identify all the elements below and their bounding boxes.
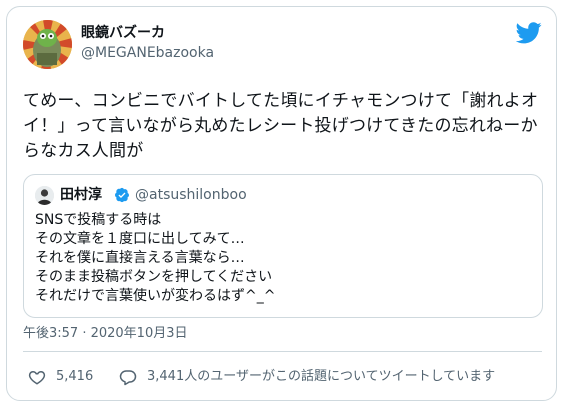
reply-bubble-icon[interactable] <box>119 368 137 386</box>
actions-divider <box>23 351 542 352</box>
quoted-author-handle: @atsushilonboo <box>135 187 247 203</box>
author-handle[interactable]: @MEGANEbazooka <box>81 43 214 63</box>
author-avatar-image <box>23 20 72 69</box>
author-avatar[interactable] <box>23 20 72 69</box>
like-count[interactable]: 5,416 <box>56 368 93 386</box>
tweet-timestamp[interactable]: 午後3:57 · 2020年10月3日 <box>23 325 188 343</box>
quoted-tweet[interactable]: 田村淳 @atsushilonboo SNSで投稿する時は その文章を１度口に出… <box>23 174 543 318</box>
tweet-card[interactable]: 眼鏡バズーカ @MEGANEbazooka てめー、コンビニでバイトしてた頃にイ… <box>6 6 557 401</box>
author-info[interactable]: 眼鏡バズーカ @MEGANEbazooka <box>81 24 214 63</box>
author-display-name[interactable]: 眼鏡バズーカ <box>81 24 214 43</box>
twitter-bird-icon[interactable] <box>516 22 542 44</box>
conversation-link[interactable]: 3,441人のユーザーがこの話題についてツイートしています <box>147 368 495 386</box>
verified-badge-icon <box>115 187 129 203</box>
tweet-body-text: てめー、コンビニでバイトしてた頃にイチャモンつけて「謝れよオイ！」って言いながら… <box>23 91 539 161</box>
quoted-author-display-name: 田村淳 <box>60 187 102 203</box>
tweet-actions: 5,416 3,441人のユーザーがこの話題についてツイートしています <box>23 366 543 388</box>
tweet-header: 眼鏡バズーカ @MEGANEbazooka <box>23 20 542 76</box>
heart-icon[interactable] <box>28 368 46 386</box>
quoted-author-avatar <box>35 186 54 205</box>
quoted-tweet-text: SNSで投稿する時は その文章を１度口に出してみて… それを僕に直接言える言葉な… <box>35 212 276 304</box>
quoted-author-avatar-image <box>35 186 54 205</box>
